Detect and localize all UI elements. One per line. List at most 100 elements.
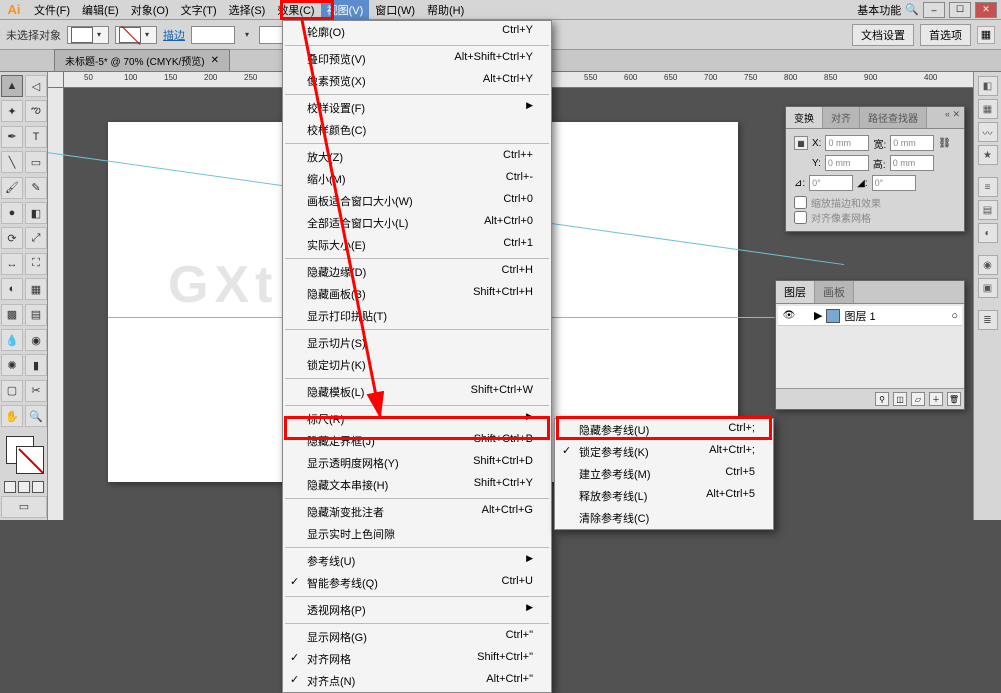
make-clip-icon[interactable]: ◫ [893,392,907,406]
menu-item[interactable]: 对齐点(N)Alt+Ctrl+" [283,670,551,692]
menu-edit[interactable]: 编辑(E) [76,0,125,21]
new-sublayer-icon[interactable]: ▱ [911,392,925,406]
dock-gradient[interactable]: ▤ [978,200,998,220]
eyedropper-tool[interactable]: 💧 [1,329,23,351]
close-tab-icon[interactable]: ✕ [211,55,219,66]
paintbrush-tool[interactable]: 🖌 [1,177,23,199]
stroke-swatch[interactable]: ▾ [115,26,157,44]
layer-row[interactable]: 👁 ▶ 图层 1 ○ [778,306,962,326]
draw-behind[interactable] [18,481,30,493]
mesh-tool[interactable]: ▩ [1,304,23,326]
tab-pathfinder[interactable]: 路径查找器 [860,107,927,128]
gradient-tool[interactable]: ▤ [25,304,47,326]
rectangle-tool[interactable]: ▭ [25,151,47,173]
x-input[interactable] [825,135,869,151]
close-button[interactable]: ✕ [975,2,997,18]
pen-tool[interactable]: ✒ [1,126,23,148]
dock-swatches[interactable]: ▦ [978,99,998,119]
restore-button[interactable]: ☐ [949,2,971,18]
submenu-item[interactable]: 释放参考线(L)Alt+Ctrl+5 [555,485,773,507]
submenu-item[interactable]: 建立参考线(M)Ctrl+5 [555,463,773,485]
pencil-tool[interactable]: ✎ [25,177,47,199]
menu-item[interactable]: 显示网格(G)Ctrl+" [283,626,551,648]
link-icon[interactable]: ⛓ [938,138,951,149]
submenu-item[interactable]: 清除参考线(C) [555,507,773,529]
menu-select[interactable]: 选择(S) [223,0,272,21]
free-transform-tool[interactable]: ⛶ [25,253,47,275]
dock-graphic-styles[interactable]: ▣ [978,278,998,298]
submenu-item[interactable]: 锁定参考线(K)Alt+Ctrl+; [555,441,773,463]
dock-brushes[interactable]: 〰 [978,122,998,142]
dock-symbols[interactable]: ★ [978,145,998,165]
menu-item[interactable]: 隐藏文本串接(H)Shift+Ctrl+Y [283,474,551,496]
eraser-tool[interactable]: ◧ [25,202,47,224]
h-input[interactable] [890,155,934,171]
type-tool[interactable]: T [25,126,47,148]
align-icon[interactable]: ▦ [977,26,995,44]
menu-item[interactable]: 对齐网格Shift+Ctrl+" [283,648,551,670]
dock-stroke[interactable]: ≡ [978,177,998,197]
artboard-tool[interactable]: ▢ [1,380,23,402]
screen-mode[interactable]: ▭ [1,496,47,518]
lasso-tool[interactable]: ఌ [25,100,47,122]
align-pixel-checkbox[interactable] [794,211,807,224]
w-input[interactable] [890,135,934,151]
tab-transform[interactable]: 变换 [786,107,823,128]
doc-setup-button[interactable]: 文档设置 [852,24,914,46]
layer-name[interactable]: 图层 1 [844,308,875,324]
stroke-weight-input[interactable] [191,26,235,44]
hand-tool[interactable]: ✋ [1,405,23,427]
column-graph-tool[interactable]: ▮ [25,354,47,376]
stroke-weight-dd[interactable]: ▾ [241,27,253,43]
fill-swatch[interactable]: ▾ [67,26,109,44]
y-input[interactable] [825,155,869,171]
menu-window[interactable]: 窗口(W) [369,0,421,21]
search-icon[interactable]: 🔍 [905,3,919,16]
stroke-link[interactable]: 描边 [163,27,185,43]
scale-tool[interactable]: ⤢ [25,227,47,249]
menu-effect[interactable]: 效果(C) [271,0,320,21]
dock-color[interactable]: ◧ [978,76,998,96]
draw-normal[interactable] [4,481,16,493]
symbol-sprayer-tool[interactable]: ✺ [1,354,23,376]
rotate-tool[interactable]: ⟳ [1,227,23,249]
delete-layer-icon[interactable]: 🗑 [947,392,961,406]
ref-point-icon[interactable]: ▦ [794,136,808,150]
dock-appearance[interactable]: ◉ [978,255,998,275]
selection-tool[interactable]: ▲ [1,75,23,97]
visibility-icon[interactable]: 👁 [782,309,796,323]
draw-inside[interactable] [32,481,44,493]
workspace-label[interactable]: 基本功能 [857,2,901,18]
slice-tool[interactable]: ✂ [25,380,47,402]
blob-brush-tool[interactable]: ● [1,202,23,224]
document-tab[interactable]: 未标题-5* @ 70% (CMYK/预览) ✕ [54,49,230,72]
direct-selection-tool[interactable]: ◁ [25,75,47,97]
menu-item[interactable]: 隐藏定界框(J)Shift+Ctrl+B [283,430,551,452]
perspective-grid-tool[interactable]: ▦ [25,278,47,300]
dock-transparency[interactable]: ◐ [978,223,998,243]
submenu-item[interactable]: 隐藏参考线(U)Ctrl+; [555,419,773,441]
magic-wand-tool[interactable]: ✦ [1,100,23,122]
menu-type[interactable]: 文字(T) [175,0,223,21]
menu-item[interactable]: 显示实时上色间隙 [283,523,551,545]
menu-file[interactable]: 文件(F) [28,0,76,21]
rotate-input[interactable] [809,175,853,191]
menu-help[interactable]: 帮助(H) [421,0,470,21]
tab-layers[interactable]: 图层 [776,281,815,303]
panel-collapse[interactable]: « ✕ [945,109,960,120]
dock-layers[interactable]: ≣ [978,310,998,330]
new-layer-icon[interactable]: ＋ [929,392,943,406]
menu-item[interactable]: 参考线(U)▶ [283,550,551,572]
minimize-button[interactable]: – [923,2,945,18]
menu-item[interactable]: 智能参考线(Q)Ctrl+U [283,572,551,594]
menu-item[interactable]: 透视网格(P)▶ [283,599,551,621]
tab-align[interactable]: 对齐 [823,107,860,128]
locate-icon[interactable]: ⚲ [875,392,889,406]
menu-view[interactable]: 视图(V) [321,0,370,21]
menu-object[interactable]: 对象(O) [125,0,175,21]
menu-item[interactable]: 显示透明度网格(Y)Shift+Ctrl+D [283,452,551,474]
scale-stroke-checkbox[interactable] [794,196,807,209]
zoom-tool[interactable]: 🔍 [25,405,47,427]
shear-input[interactable] [872,175,916,191]
prefs-button[interactable]: 首选项 [920,24,971,46]
